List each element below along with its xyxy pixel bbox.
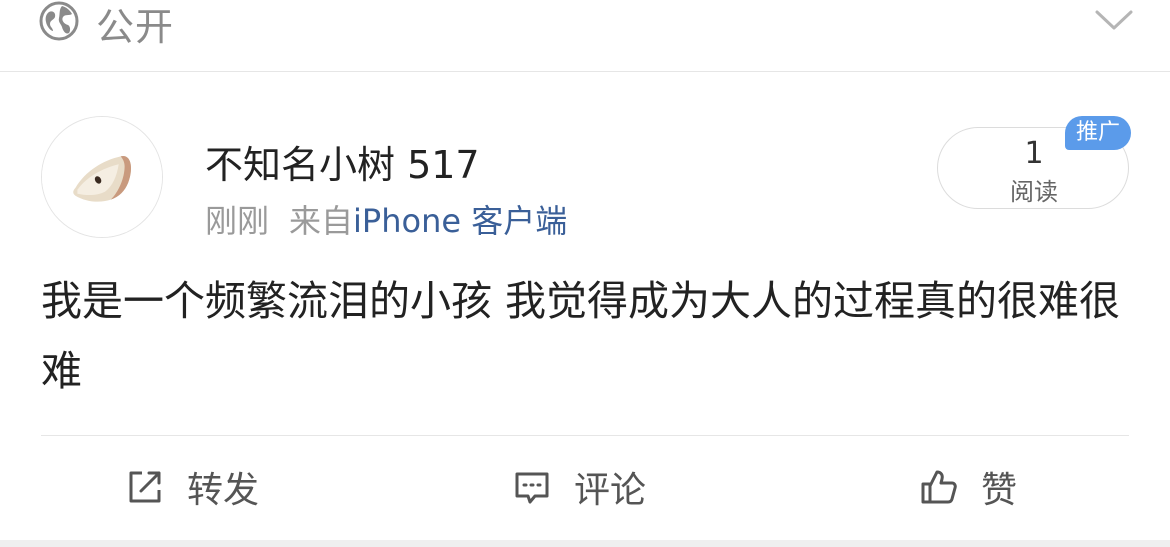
read-label: 阅读 (1010, 178, 1058, 206)
repost-label: 转发 (187, 470, 260, 511)
visibility-bar[interactable]: 公开 (0, 0, 1170, 72)
username[interactable]: 不知名小树 517 (205, 134, 480, 189)
promo-badge[interactable]: 推广 (1065, 116, 1131, 150)
source-prefix: 来自 (289, 202, 354, 240)
comment-button[interactable]: 评论 (512, 462, 646, 512)
visibility-label: 公开 (96, 5, 175, 49)
chevron-down-icon[interactable] (1094, 4, 1134, 34)
post-source[interactable]: iPhone 客户端 (353, 202, 567, 240)
comment-icon (512, 467, 552, 507)
repost-icon (125, 467, 165, 507)
bottom-separator (0, 540, 1170, 547)
post-content: 我是一个频繁流泪的小孩 我觉得成为大人的过程真的很难很难 (41, 277, 1121, 395)
avatar[interactable] (41, 116, 163, 238)
comment-label: 评论 (574, 470, 647, 511)
like-label: 赞 (981, 470, 1018, 511)
repost-button[interactable]: 转发 (125, 462, 259, 512)
globe-icon (38, 0, 80, 42)
post-time: 刚刚 (205, 202, 270, 240)
divider (41, 435, 1129, 436)
like-button[interactable]: 赞 (919, 462, 1017, 512)
post-meta: 刚刚 来自iPhone 客户端 (205, 196, 567, 242)
thumbs-up-icon (919, 467, 959, 507)
